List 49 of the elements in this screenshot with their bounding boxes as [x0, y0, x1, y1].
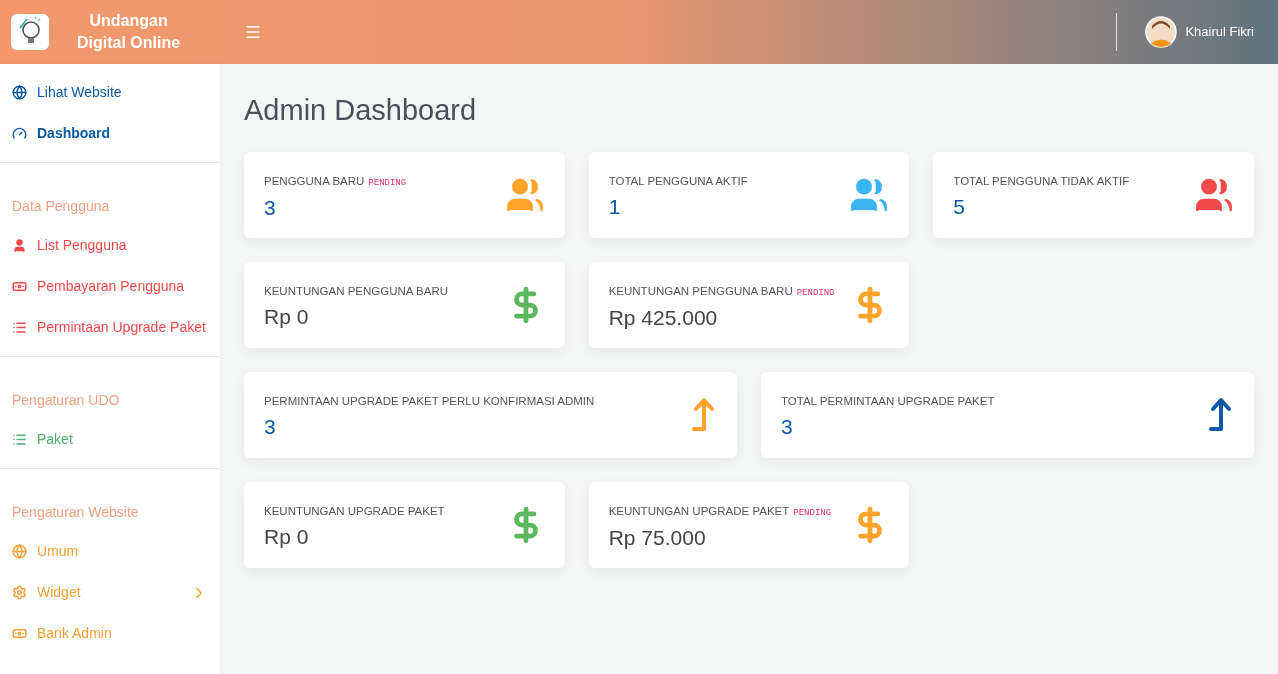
card-value: 3 — [264, 196, 277, 218]
section-heading: Data Pengguna — [11, 196, 111, 216]
card-value: Rp 0 — [264, 526, 310, 548]
sidebar-item[interactable]: Dashboard — [0, 113, 220, 154]
card-title: PERMINTAAN UPGRADE PAKET PERLU KONFIRMASI ADMIN — [264, 394, 595, 410]
banknote-icon — [12, 626, 27, 641]
sidebar-item[interactable]: Umum — [0, 531, 220, 572]
list-icon — [12, 432, 27, 447]
pending-label: PENDING — [796, 287, 835, 300]
card-value: Rp 75.000 — [608, 526, 707, 548]
globe-icon — [12, 544, 27, 559]
card-title: KEUNTUNGAN UPGRADE PAKET — [608, 504, 790, 519]
list-icon — [12, 320, 27, 335]
sidebar-item[interactable]: Lihat Website — [0, 72, 220, 113]
card-title: TOTAL PENGGUNA TIDAK AKTIF — [953, 174, 1130, 190]
sidebar-item[interactable]: Widget — [0, 572, 220, 613]
banknote-icon — [12, 279, 27, 294]
card-value: 3 — [264, 416, 277, 438]
pending-label: PENDING — [368, 177, 407, 190]
avatar — [1145, 16, 1178, 48]
gauge-icon — [12, 126, 27, 141]
menu-icon[interactable] — [244, 23, 262, 41]
sidebar-item[interactable]: Paket — [0, 419, 220, 460]
sidebar-item[interactable]: Bank Admin — [0, 613, 220, 654]
lightbulb-logo — [11, 14, 49, 50]
card-title: KEUNTUNGAN PENGGUNA BARU — [264, 284, 449, 300]
section-heading: Pengaturan UDO — [11, 390, 121, 410]
pending-label: PENDING — [793, 507, 832, 520]
sidebar-item[interactable]: List Pengguna — [0, 225, 220, 266]
card-value: 1 — [608, 196, 622, 218]
card-title: TOTAL PENGGUNA AKTIF — [608, 174, 748, 190]
brand-name: Digital Online — [77, 33, 181, 53]
page-title: Admin Dashboard — [244, 93, 478, 128]
sidebar-item[interactable]: Permintaan Upgrade Paket — [0, 307, 220, 348]
card-title: KEUNTUNGAN UPGRADE PAKET — [264, 504, 445, 520]
gear-icon — [12, 585, 27, 600]
card-value: 3 — [781, 416, 794, 438]
card-value: Rp 425.000 — [608, 306, 719, 328]
card-value: Rp 0 — [264, 306, 310, 328]
user-menu[interactable]: Khairul Fikri — [1145, 16, 1254, 48]
globe-icon — [12, 85, 27, 100]
card-title: KEUNTUNGAN PENGGUNA BARU — [608, 284, 793, 299]
section-heading: Pengaturan Website — [11, 502, 140, 522]
card-title: PENGGUNA BARU — [264, 174, 365, 189]
user-icon — [12, 238, 27, 253]
card-title: TOTAL PERMINTAAN UPGRADE PAKET — [781, 394, 995, 410]
brand-name: Undangan — [89, 11, 168, 31]
sidebar-item[interactable]: Pembayaran Pengguna — [0, 266, 220, 307]
card-value: 5 — [953, 196, 966, 218]
